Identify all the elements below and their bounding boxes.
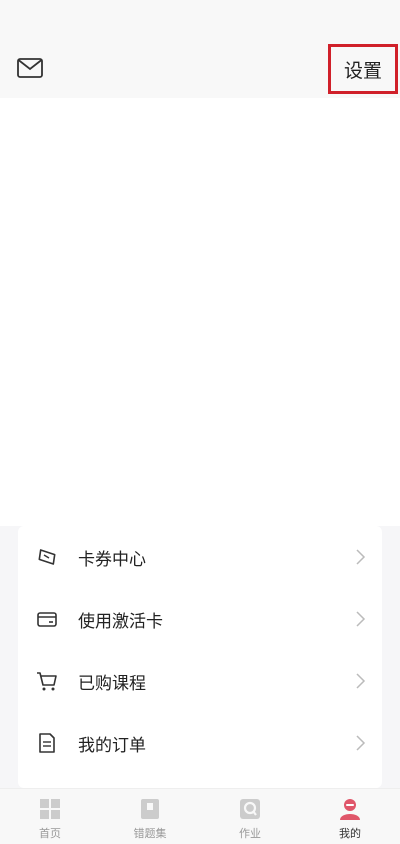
homework-icon	[240, 799, 260, 819]
tab-profile[interactable]: 我的	[300, 789, 400, 844]
tab-label: 错题集	[133, 827, 167, 840]
chevron-right-icon	[356, 549, 366, 565]
settings-button[interactable]: 设置	[328, 44, 398, 94]
bottom-tab-bar: 首页 错题集 作业 我的	[0, 788, 400, 844]
tab-mistakes[interactable]: 错题集	[100, 789, 200, 844]
chevron-right-icon	[356, 673, 366, 689]
tab-home[interactable]: 首页	[0, 789, 100, 844]
menu-item-label: 使用激活卡	[78, 611, 163, 632]
card-icon	[37, 612, 57, 627]
notebook-icon	[141, 799, 159, 819]
chevron-right-icon	[356, 611, 366, 627]
menu-item-activation-card[interactable]: 使用激活卡	[18, 588, 382, 650]
settings-button-label: 设置	[343, 59, 382, 82]
chevron-right-icon	[356, 735, 366, 751]
header-bar: 设置	[0, 0, 400, 98]
tab-homework[interactable]: 作业	[200, 789, 300, 844]
cart-icon	[37, 672, 57, 691]
menu-item-purchased-courses[interactable]: 已购课程	[18, 650, 382, 712]
document-icon	[39, 733, 55, 753]
menu-item-my-orders[interactable]: 我的订单	[18, 712, 382, 774]
menu-item-label: 卡券中心	[78, 549, 146, 570]
tab-label: 我的	[339, 827, 361, 840]
menu-item-label: 已购课程	[78, 673, 146, 694]
tab-label: 作业	[239, 827, 261, 840]
menu-item-coupon-center[interactable]: 卡券中心	[18, 526, 382, 588]
menu-item-label: 我的订单	[78, 735, 146, 756]
mail-icon[interactable]	[16, 56, 44, 80]
ticket-icon	[38, 549, 56, 565]
profile-icon	[340, 799, 360, 820]
home-grid-icon	[40, 799, 60, 819]
menu-card: 卡券中心 使用激活卡 已购课程 我的订单	[18, 526, 382, 788]
tab-label: 首页	[39, 827, 61, 840]
main-content	[0, 98, 400, 526]
